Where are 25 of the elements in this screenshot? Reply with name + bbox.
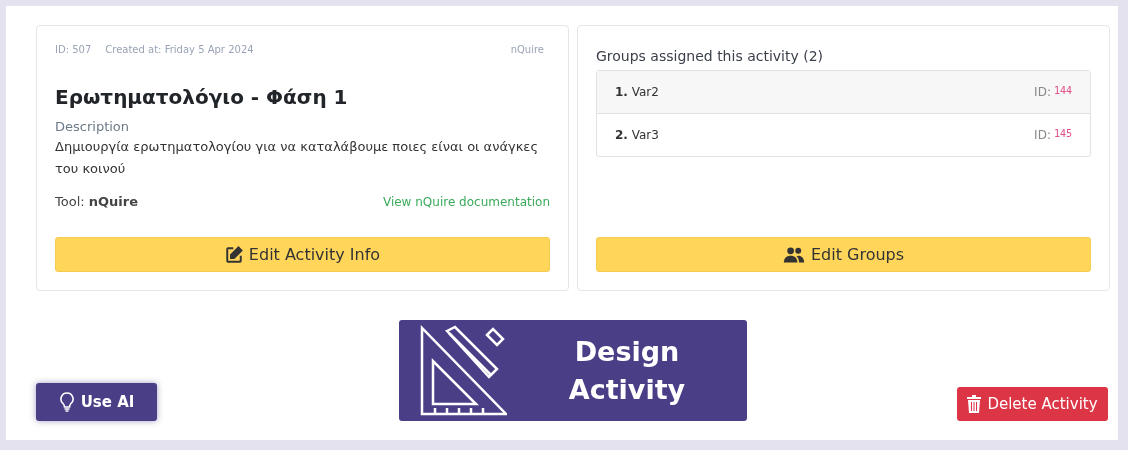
created-date: Created at: Friday 5 Apr 2024 [105, 44, 254, 55]
tool-label: Tool: nQuire [55, 194, 138, 209]
tool-tag: nQuire [510, 44, 544, 55]
group-id: 144 [1053, 85, 1072, 98]
trash-icon [967, 395, 982, 413]
group-name: 1. Var2 [615, 85, 659, 99]
groups-title: Groups assigned this activity (2) [596, 48, 824, 64]
design-activity-label: Design Activity [567, 334, 687, 407]
users-icon [782, 245, 805, 264]
activity-id: ID: 507 [55, 44, 92, 55]
description-label: Description [55, 119, 131, 134]
group-name: 2. Var3 [615, 128, 659, 142]
edit-icon [224, 245, 243, 264]
group-id-label: ID: [1034, 85, 1051, 99]
edit-groups-button[interactable]: Edit Groups [596, 237, 1091, 272]
description-text: Δημιουργία ερωτηματολογίου για να καταλάβουμε ποιες είναι οι ανάγκες του κοινού [55, 138, 540, 178]
use-ai-button[interactable]: Use AI [36, 383, 157, 421]
group-id: 145 [1053, 128, 1072, 141]
delete-activity-button[interactable]: Delete Activity [957, 387, 1108, 421]
drafting-tools-icon [419, 324, 507, 417]
group-id-label: ID: [1034, 128, 1051, 142]
lightbulb-icon [58, 392, 75, 412]
activity-title: Ερωτηματολόγιο - Φάση 1 [55, 85, 349, 109]
design-activity-button[interactable]: Design Activity [399, 320, 747, 421]
edit-activity-button[interactable]: Edit Activity Info [55, 237, 550, 272]
